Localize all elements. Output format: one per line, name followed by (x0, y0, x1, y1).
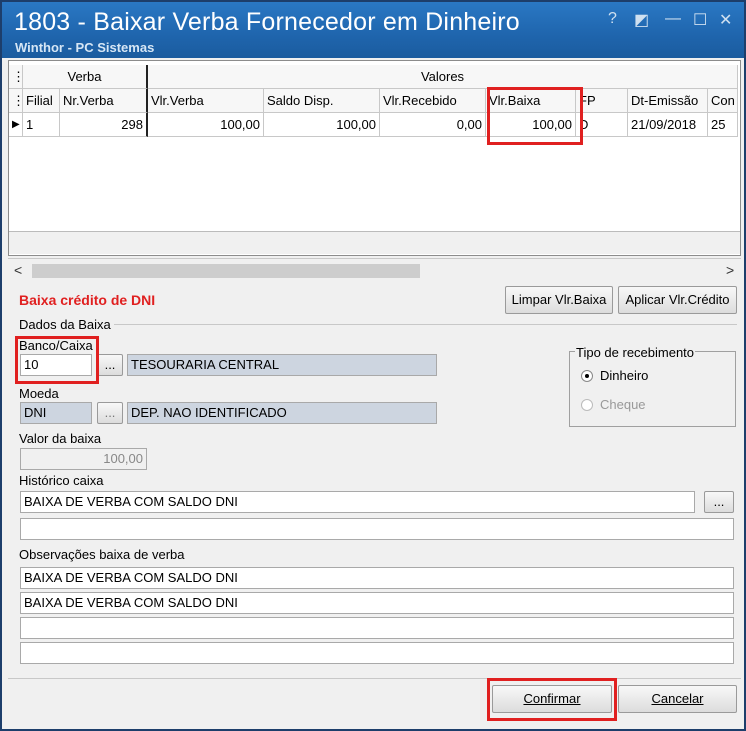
cell-saldo-disp[interactable]: 100,00 (264, 113, 380, 137)
group-header-valores: Valores (148, 65, 738, 89)
observacao-line-2[interactable]: BAIXA DE VERBA COM SALDO DNI (20, 592, 734, 614)
cell-vlr-verba[interactable]: 100,00 (148, 113, 264, 137)
verba-grid[interactable]: ⋮ Verba Valores ⋮ Filial Nr.Verba Vlr.Ve… (8, 60, 741, 256)
banco-description: TESOURARIA CENTRAL (127, 354, 437, 376)
cell-filial[interactable]: 1 (23, 113, 60, 137)
historico-lookup-button[interactable]: ... (704, 491, 734, 513)
col-con[interactable]: Con (708, 89, 738, 113)
scrollbar-thumb[interactable] (32, 264, 420, 278)
banco-lookup-button[interactable]: ... (97, 354, 123, 376)
table-row[interactable]: ▶ 1 298 100,00 100,00 0,00 100,00 D 21/0… (9, 113, 738, 137)
historico-line-2[interactable] (20, 518, 734, 540)
confirmar-label: Confirmar (523, 691, 581, 706)
row-indicator: ▶ (9, 113, 23, 137)
cell-dt-emissao[interactable]: 21/09/2018 (628, 113, 708, 137)
historico-caixa-label: Histórico caixa (19, 473, 104, 488)
group-header-row: ⋮ Verba Valores (9, 65, 738, 89)
valor-baixa-input[interactable]: 100,00 (20, 448, 147, 470)
minimize-icon[interactable]: — (665, 10, 681, 28)
grid-settings-icon[interactable]: ⋮ (9, 65, 23, 89)
cell-nr-verba[interactable]: 298 (60, 113, 148, 137)
moeda-description: DEP. NAO IDENTIFICADO (127, 402, 437, 424)
banco-caixa-label: Banco/Caixa (19, 338, 93, 353)
horizontal-scrollbar[interactable]: < > (8, 258, 741, 283)
col-vlr-baixa[interactable]: Vlr.Baixa (486, 89, 576, 113)
observacao-line-1[interactable]: BAIXA DE VERBA COM SALDO DNI (20, 567, 734, 589)
tipo-recebimento-label: Tipo de recebimento (575, 345, 696, 360)
observacoes-label: Observações baixa de verba (19, 547, 185, 562)
moeda-lookup-button[interactable]: ... (97, 402, 123, 424)
cell-vlr-recebido[interactable]: 0,00 (380, 113, 486, 137)
window-title: 1803 - Baixar Verba Fornecedor em Dinhei… (14, 8, 520, 36)
cell-con[interactable]: 25 (708, 113, 738, 137)
col-nr-verba[interactable]: Nr.Verba (60, 89, 148, 113)
moeda-input[interactable]: DNI (20, 402, 92, 424)
section-divider (114, 324, 737, 325)
maximize-icon[interactable]: ☐ (693, 10, 707, 30)
grid-footer-row (9, 231, 740, 254)
cheque-label[interactable]: Cheque (600, 397, 646, 412)
radio-dinheiro[interactable] (581, 370, 593, 382)
window-subtitle: Winthor - PC Sistemas (15, 40, 155, 55)
col-fp[interactable]: FP (576, 89, 628, 113)
scroll-right-icon[interactable]: > (726, 262, 734, 278)
section-title: Baixa crédito de DNI (19, 292, 156, 308)
historico-line-1[interactable]: BAIXA DE VERBA COM SALDO DNI (20, 491, 695, 513)
dinheiro-label[interactable]: Dinheiro (600, 368, 648, 383)
col-vlr-verba[interactable]: Vlr.Verba (148, 89, 264, 113)
confirmar-button[interactable]: Confirmar (492, 685, 612, 713)
column-header-row: ⋮ Filial Nr.Verba Vlr.Verba Saldo Disp. … (9, 89, 738, 113)
tipo-recebimento-group (569, 351, 736, 427)
limpar-vlr-baixa-button[interactable]: Limpar Vlr.Baixa (505, 286, 613, 314)
title-bar: 1803 - Baixar Verba Fornecedor em Dinhei… (2, 2, 744, 58)
help-icon[interactable]: ? (608, 10, 617, 28)
observacao-line-3[interactable] (20, 617, 734, 639)
radio-cheque[interactable] (581, 399, 593, 411)
col-saldo-disp[interactable]: Saldo Disp. (264, 89, 380, 113)
column-settings-icon[interactable]: ⋮ (9, 89, 23, 113)
valor-baixa-label: Valor da baixa (19, 431, 102, 446)
col-dt-emissao[interactable]: Dt-Emissão (628, 89, 708, 113)
moeda-label: Moeda (19, 386, 59, 401)
scroll-left-icon[interactable]: < (14, 262, 22, 278)
cell-fp[interactable]: D (576, 113, 628, 137)
aplicar-vlr-credito-button[interactable]: Aplicar Vlr.Crédito (618, 286, 737, 314)
window: 1803 - Baixar Verba Fornecedor em Dinhei… (0, 0, 746, 731)
col-filial[interactable]: Filial (23, 89, 60, 113)
cancelar-label: Cancelar (651, 691, 704, 706)
cell-vlr-baixa[interactable]: 100,00 (486, 113, 576, 137)
banco-caixa-input[interactable]: 10 (20, 354, 92, 376)
group-header-verba: Verba (23, 65, 148, 89)
footer-divider (8, 678, 741, 679)
content-area: ⋮ Verba Valores ⋮ Filial Nr.Verba Vlr.Ve… (8, 60, 741, 727)
close-icon[interactable]: ✕ (719, 10, 732, 30)
col-vlr-recebido[interactable]: Vlr.Recebido (380, 89, 486, 113)
dados-baixa-label: Dados da Baixa (19, 317, 111, 332)
cancelar-button[interactable]: Cancelar (618, 685, 737, 713)
observacao-line-4[interactable] (20, 642, 734, 664)
restore-layout-icon[interactable]: ◩ (634, 10, 649, 30)
